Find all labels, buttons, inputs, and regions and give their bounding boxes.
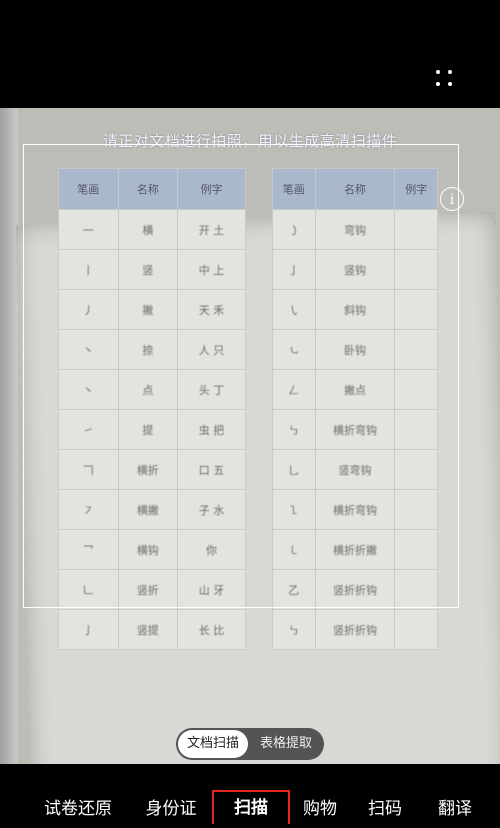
tab-exam-restore[interactable]: 试卷还原	[30, 790, 126, 824]
info-icon[interactable]: i	[440, 187, 464, 211]
more-options-icon[interactable]	[432, 66, 456, 90]
book-edge	[0, 108, 18, 764]
mode-document-scan[interactable]: 文档扫描	[178, 730, 248, 758]
table-cell: 长 比	[177, 609, 246, 650]
table-row: 亅竖提长 比	[58, 609, 246, 650]
mode-table-extract[interactable]: 表格提取	[250, 730, 322, 758]
table-cell: 竖折折钩	[314, 609, 396, 650]
scan-mode-switch: 文档扫描 表格提取	[176, 728, 324, 760]
tab-scan-code[interactable]: 扫码	[356, 790, 414, 824]
camera-preview[interactable]: 129 笔画名称例字一横开 土丨竖中 上丿撇天 禾丶捺人 只丶点头 丁㇀提虫 把…	[0, 108, 500, 764]
table-row: ㇉竖折折钩	[272, 609, 438, 650]
tab-shopping[interactable]: 购物	[292, 790, 348, 824]
table-cell: ㇉	[272, 609, 316, 650]
tab-scan[interactable]: 扫描	[212, 790, 290, 824]
table-cell: 亅	[58, 609, 119, 650]
tab-id-card[interactable]: 身份证	[132, 790, 210, 824]
bottom-tab-bar: 试卷还原 身份证 扫描 购物 扫码 翻译	[0, 790, 500, 824]
table-cell: 竖提	[117, 609, 179, 650]
table-cell	[394, 609, 438, 650]
top-bar	[0, 0, 500, 108]
scan-frame	[23, 144, 459, 608]
tab-translate[interactable]: 翻译	[426, 790, 484, 824]
